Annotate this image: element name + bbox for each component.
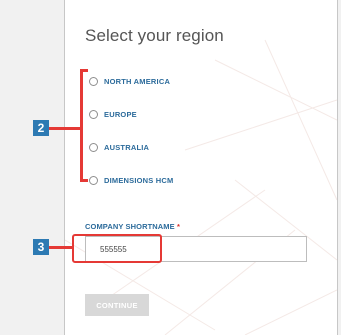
region-option-europe[interactable]: EUROPE <box>89 110 137 119</box>
page-title: Select your region <box>85 26 224 45</box>
callout-badge-3: 3 <box>33 239 49 255</box>
region-select-panel: Select your region NORTH AMERICA EUROPE … <box>64 0 338 335</box>
company-shortname-label-text: COMPANY SHORTNAME <box>85 222 175 231</box>
callout-badge-2: 2 <box>33 120 49 136</box>
region-bracket-line <box>80 69 83 182</box>
radio-button[interactable] <box>89 143 98 152</box>
company-connector-line <box>48 246 74 249</box>
region-option-dimensions-hcm[interactable]: DIMENSIONS HCM <box>89 176 173 185</box>
region-option-label: NORTH AMERICA <box>104 77 171 86</box>
region-option-north-america[interactable]: NORTH AMERICA <box>89 77 170 86</box>
radio-button[interactable] <box>89 176 98 185</box>
region-option-label: DIMENSIONS HCM <box>104 176 174 185</box>
region-connector-line <box>48 127 81 130</box>
region-bracket-bottom <box>80 179 88 182</box>
radio-button[interactable] <box>89 110 98 119</box>
region-option-label: EUROPE <box>104 110 137 119</box>
company-shortname-label: COMPANY SHORTNAME * <box>85 222 180 231</box>
continue-button[interactable]: CONTINUE <box>85 294 149 316</box>
region-option-australia[interactable]: AUSTRALIA <box>89 143 149 152</box>
region-option-label: AUSTRALIA <box>104 143 150 152</box>
region-bracket-top <box>80 69 88 72</box>
company-field-highlight <box>72 234 162 263</box>
radio-button[interactable] <box>89 77 98 86</box>
background-pattern <box>65 39 337 335</box>
required-marker: * <box>176 222 180 231</box>
